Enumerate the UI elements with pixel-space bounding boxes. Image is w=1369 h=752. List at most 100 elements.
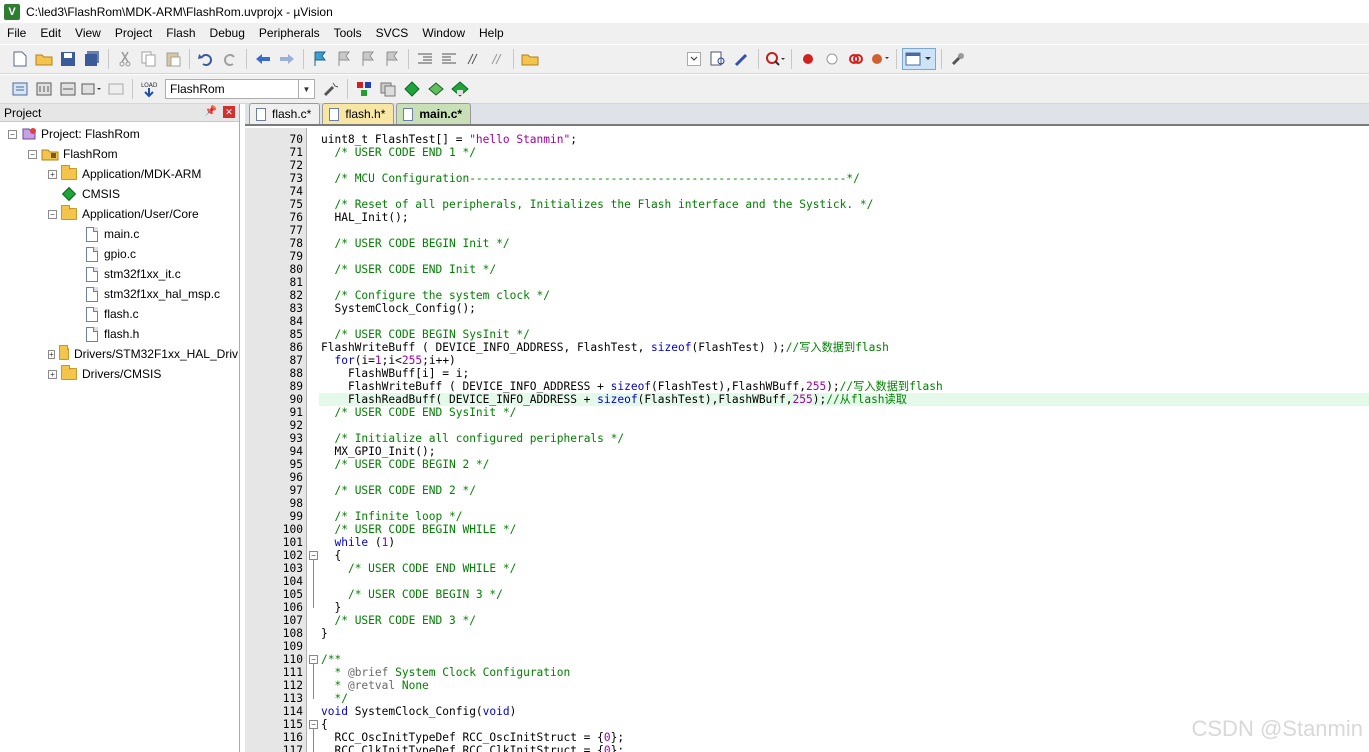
- menu-file[interactable]: File: [0, 23, 33, 44]
- code-line[interactable]: uint8_t FlashTest[] = "hello Stanmin";: [321, 133, 577, 146]
- code-line[interactable]: /* Initialize all configured peripherals…: [321, 432, 624, 445]
- tree-item-file[interactable]: flash.h: [86, 324, 139, 344]
- code-line[interactable]: * @brief System Clock Configuration: [321, 666, 570, 679]
- code-line[interactable]: SystemClock_Config();: [321, 302, 475, 315]
- prev-bookmark-icon[interactable]: [333, 48, 355, 70]
- tree-item-project[interactable]: − Project: FlashRom: [8, 124, 140, 144]
- menu-svcs[interactable]: SVCS: [369, 23, 416, 44]
- code-line[interactable]: /* USER CODE END Init */: [321, 263, 496, 276]
- tree-item-folder[interactable]: − Application/User/Core: [48, 204, 199, 224]
- save-all-icon[interactable]: [81, 48, 103, 70]
- find-dropdown-icon[interactable]: [683, 48, 705, 70]
- uncomment-icon[interactable]: [486, 48, 508, 70]
- bookmark-icon[interactable]: [309, 48, 331, 70]
- tree-item-file[interactable]: gpio.c: [86, 244, 136, 264]
- code-line[interactable]: /* USER CODE BEGIN 2 */: [321, 458, 489, 471]
- target-options-icon[interactable]: [320, 78, 342, 100]
- build-icon[interactable]: [33, 78, 55, 100]
- tab-flash-c[interactable]: flash.c*: [249, 103, 321, 124]
- code-line[interactable]: FlashWriteBuff ( DEVICE_INFO_ADDRESS, Fl…: [321, 341, 889, 354]
- window-layout-icon[interactable]: [902, 48, 936, 70]
- next-bookmark-icon[interactable]: [357, 48, 379, 70]
- redo-icon[interactable]: [219, 48, 241, 70]
- file-extensions-icon[interactable]: [377, 78, 399, 100]
- code-line[interactable]: FlashWriteBuff ( DEVICE_INFO_ADDRESS + s…: [321, 380, 943, 393]
- copy-icon[interactable]: [138, 48, 160, 70]
- code-line[interactable]: FlashWBuff[i] = i;: [321, 367, 469, 380]
- menu-peripherals[interactable]: Peripherals: [252, 23, 327, 44]
- target-select[interactable]: FlashRom ▼: [165, 79, 315, 99]
- code-line[interactable]: /* MCU Configuration--------------------…: [321, 172, 859, 185]
- run-time-environment-icon[interactable]: [449, 78, 471, 100]
- code-line[interactable]: {: [321, 718, 328, 731]
- code-line[interactable]: /* USER CODE BEGIN SysInit */: [321, 328, 529, 341]
- pin-icon[interactable]: 📌: [205, 106, 217, 117]
- menu-tools[interactable]: Tools: [327, 23, 369, 44]
- tree-item-component[interactable]: CMSIS: [61, 184, 120, 204]
- manage-project-items-icon[interactable]: [353, 78, 375, 100]
- navigate-back-icon[interactable]: [252, 48, 274, 70]
- fold-toggle-icon[interactable]: −: [309, 551, 318, 560]
- code-line[interactable]: /* USER CODE BEGIN 3 */: [321, 588, 503, 601]
- code-line[interactable]: /* Configure the system clock */: [321, 289, 550, 302]
- debug-session-icon[interactable]: [764, 48, 786, 70]
- translate-icon[interactable]: [9, 78, 31, 100]
- expand-icon[interactable]: +: [48, 169, 57, 179]
- unindent-icon[interactable]: [438, 48, 460, 70]
- code-line[interactable]: * @retval None: [321, 679, 428, 692]
- code-line[interactable]: RCC_ClkInitTypeDef RCC_ClkInitStruct = {…: [321, 744, 624, 752]
- menu-help[interactable]: Help: [472, 23, 511, 44]
- code-line[interactable]: /* USER CODE END 1 */: [321, 146, 475, 159]
- stop-build-icon[interactable]: [105, 78, 127, 100]
- code-line[interactable]: for(i=1;i<255;i++): [321, 354, 455, 367]
- batch-build-icon[interactable]: [81, 78, 103, 100]
- code-line[interactable]: HAL_Init();: [321, 211, 408, 224]
- code-line[interactable]: /**: [321, 653, 341, 666]
- collapse-icon[interactable]: −: [8, 129, 17, 139]
- rebuild-icon[interactable]: [57, 78, 79, 100]
- pack-installer-icon[interactable]: [401, 78, 423, 100]
- tree-item-folder[interactable]: + Application/MDK-ARM: [48, 164, 201, 184]
- paste-icon[interactable]: [162, 48, 184, 70]
- tree-item-file[interactable]: flash.c: [86, 304, 139, 324]
- code-line[interactable]: {: [321, 549, 341, 562]
- open-file-icon[interactable]: [33, 48, 55, 70]
- code-line[interactable]: FlashReadBuff( DEVICE_INFO_ADDRESS + siz…: [321, 393, 907, 406]
- code-line[interactable]: RCC_OscInitTypeDef RCC_OscInitStruct = {…: [321, 731, 624, 744]
- expand-icon[interactable]: +: [48, 349, 55, 359]
- code-line[interactable]: MX_GPIO_Init();: [321, 445, 435, 458]
- find-icon[interactable]: [707, 48, 729, 70]
- comment-icon[interactable]: [462, 48, 484, 70]
- download-icon[interactable]: LOAD: [138, 78, 160, 100]
- close-icon[interactable]: ✕: [223, 106, 235, 118]
- select-software-packs-icon[interactable]: [425, 78, 447, 100]
- code-line[interactable]: /* USER CODE END 2 */: [321, 484, 475, 497]
- tree-item-folder[interactable]: + Drivers/CMSIS: [48, 364, 161, 384]
- code-line[interactable]: /* USER CODE END WHILE */: [321, 562, 516, 575]
- enable-breakpoint-icon[interactable]: [821, 48, 843, 70]
- undo-icon[interactable]: [195, 48, 217, 70]
- tree-item-folder[interactable]: + Drivers/STM32F1xx_HAL_Driv: [48, 344, 238, 364]
- tree-item-target[interactable]: − FlashRom: [28, 144, 118, 164]
- disable-breakpoints-icon[interactable]: [845, 48, 867, 70]
- indent-icon[interactable]: [414, 48, 436, 70]
- find-in-files-icon[interactable]: [519, 48, 541, 70]
- expand-icon[interactable]: +: [48, 369, 57, 379]
- fold-toggle-icon[interactable]: −: [309, 655, 318, 664]
- code-line[interactable]: /* Reset of all peripherals, Initializes…: [321, 198, 873, 211]
- menu-debug[interactable]: Debug: [203, 23, 252, 44]
- new-file-icon[interactable]: [9, 48, 31, 70]
- menu-flash[interactable]: Flash: [159, 23, 202, 44]
- collapse-icon[interactable]: −: [28, 149, 37, 159]
- code-line[interactable]: /* USER CODE BEGIN WHILE */: [321, 523, 516, 536]
- kill-breakpoints-icon[interactable]: [869, 48, 891, 70]
- menu-edit[interactable]: Edit: [33, 23, 68, 44]
- fold-toggle-icon[interactable]: −: [309, 720, 318, 729]
- save-icon[interactable]: [57, 48, 79, 70]
- tree-item-file[interactable]: stm32f1xx_hal_msp.c: [86, 284, 220, 304]
- menu-project[interactable]: Project: [108, 23, 159, 44]
- incremental-find-icon[interactable]: [731, 48, 753, 70]
- navigate-forward-icon[interactable]: [276, 48, 298, 70]
- code-line[interactable]: }: [321, 601, 341, 614]
- collapse-icon[interactable]: −: [48, 209, 57, 219]
